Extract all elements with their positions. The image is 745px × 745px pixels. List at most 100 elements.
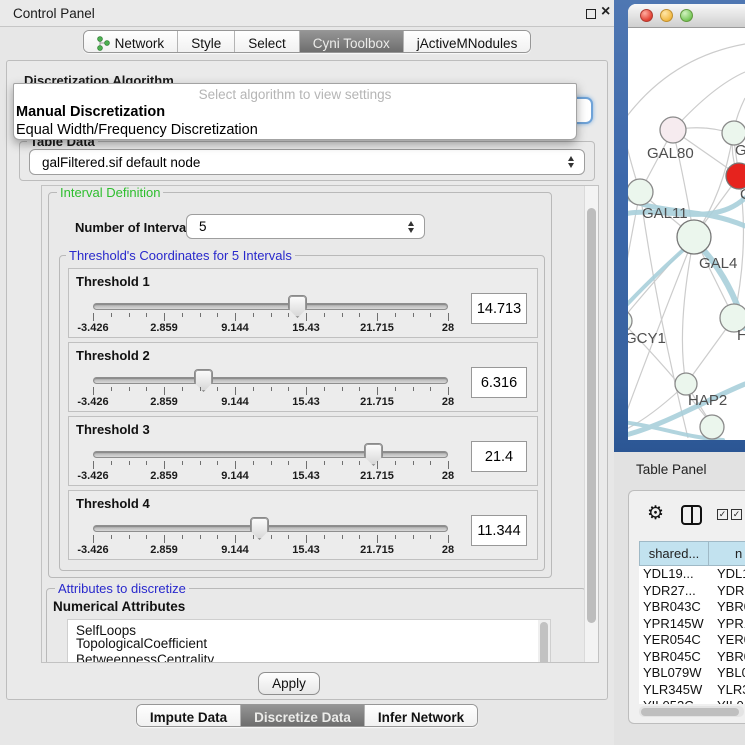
node-gal80[interactable]: [660, 117, 686, 143]
threshold-value-field[interactable]: 21.4: [471, 441, 527, 472]
tab-discretize-data[interactable]: Discretize Data: [241, 705, 365, 726]
table-row[interactable]: YBR045CYBR0: [639, 649, 745, 666]
slider-tick-label: 9.144: [221, 470, 249, 482]
close-icon[interactable]: ×: [601, 3, 610, 21]
num-intervals-combobox[interactable]: 5: [186, 214, 425, 239]
table-row[interactable]: YLR345WYLR3: [639, 682, 745, 699]
threshold-slider-track[interactable]: [93, 377, 448, 384]
table-row[interactable]: YIL052CYIL0: [639, 698, 745, 704]
algorithm-option[interactable]: Manual Discretization: [14, 103, 576, 121]
tab-label: Impute Data: [150, 710, 227, 725]
horizontal-scrollbar[interactable]: [639, 706, 744, 717]
tab-select[interactable]: Select: [235, 31, 300, 52]
cell-shared-name[interactable]: YDL19...: [639, 566, 709, 583]
threshold-label: Threshold 2: [76, 348, 150, 363]
table-panel-title: Table Panel: [636, 462, 707, 477]
slider-tick-label: 15.43: [292, 470, 320, 482]
bottom-tabstrip: Impute Data Discretize Data Infer Networ…: [0, 704, 614, 727]
cell-shared-name[interactable]: YBR043C: [639, 599, 709, 616]
node-attribute-table[interactable]: shared... n YDL19...YDL1YDR27...YDR2YBR0…: [639, 541, 745, 704]
dropdown-placeholder: Select algorithm to view settings: [14, 84, 576, 103]
algorithm-option[interactable]: Equal Width/Frequency Discretization: [14, 121, 576, 139]
svg-text:HAP2: HAP2: [688, 392, 727, 409]
table-row[interactable]: YDR27...YDR2: [639, 583, 745, 600]
threshold-slider-track[interactable]: [93, 451, 448, 458]
scrollbar-thumb[interactable]: [641, 708, 739, 716]
threshold-label: Threshold 4: [76, 496, 150, 511]
slider-ruler: [93, 387, 449, 396]
slider-tick-label: 28: [442, 544, 454, 556]
tab-infer-network[interactable]: Infer Network: [365, 705, 477, 726]
cell-shared-name[interactable]: YBL079W: [639, 665, 709, 682]
threshold-value-field[interactable]: 14.713: [471, 293, 527, 324]
table-toolbar: ⚙ ✓ ✓: [629, 499, 745, 533]
cell-shared-name[interactable]: YPR145W: [639, 616, 709, 633]
num-intervals-label: Number of Intervals: [75, 220, 197, 235]
node-gal11[interactable]: [628, 179, 653, 205]
cell-name[interactable]: YBR0: [709, 599, 745, 616]
table-row[interactable]: YDL19...YDL1: [639, 566, 745, 583]
cell-name[interactable]: YER0: [709, 632, 745, 649]
cell-name[interactable]: YDL1: [709, 566, 745, 583]
table-row[interactable]: YBL079WYBL0: [639, 665, 745, 682]
vertical-scrollbar[interactable]: [584, 186, 598, 662]
cell-name[interactable]: YBR0: [709, 649, 745, 666]
slider-tick-label: 2.859: [150, 396, 178, 408]
node-gal4[interactable]: [677, 220, 711, 254]
gear-icon[interactable]: ⚙: [647, 502, 664, 525]
tab-jactivemnodules[interactable]: jActiveMNodules: [404, 31, 531, 52]
cell-shared-name[interactable]: YLR345W: [639, 682, 709, 699]
threshold-value-field[interactable]: 6.316: [471, 367, 527, 398]
attributes-group-title: Attributes to discretize: [55, 581, 189, 596]
cell-shared-name[interactable]: YBR045C: [639, 649, 709, 666]
cell-shared-name[interactable]: YER054C: [639, 632, 709, 649]
panel-title: Control Panel: [13, 6, 95, 21]
threshold-slider-track[interactable]: [93, 303, 448, 310]
tab-style[interactable]: Style: [178, 31, 235, 52]
cell-name[interactable]: YBL0: [709, 665, 745, 682]
slider-tick-label: 21.715: [360, 396, 394, 408]
cell-shared-name[interactable]: YDR27...: [639, 583, 709, 600]
slider-ruler: [93, 535, 449, 544]
attribute-list-item[interactable]: TopologicalCoefficient: [68, 636, 550, 652]
table-row[interactable]: YER054CYER0: [639, 632, 745, 649]
slider-tick-label: 15.43: [292, 396, 320, 408]
apply-button[interactable]: Apply: [258, 672, 320, 695]
cell-name[interactable]: YPR1: [709, 616, 745, 633]
scrollbar-thumb[interactable]: [540, 622, 548, 663]
network-view-window: GAL80 GA C GAL11 GAL4 GCY1 H HAP2: [614, 0, 745, 452]
cell-name[interactable]: YLR3: [709, 682, 745, 699]
network-canvas[interactable]: GAL80 GA C GAL11 GAL4 GCY1 H HAP2: [628, 28, 745, 440]
column-layout-icon[interactable]: [681, 505, 702, 525]
node-bottom[interactable]: [700, 415, 724, 439]
numerical-attributes-list[interactable]: SelfLoopsTopologicalCoefficientBetweenne…: [67, 619, 551, 663]
cell-shared-name[interactable]: YIL052C: [639, 698, 709, 704]
minimize-traffic-light-icon[interactable]: [660, 9, 673, 22]
column-header-name[interactable]: n: [709, 541, 745, 566]
node-gcy1[interactable]: [628, 310, 632, 332]
tab-label: Infer Network: [378, 710, 464, 725]
scrollbar-thumb[interactable]: [587, 208, 596, 623]
slider-tick-label: 9.144: [221, 322, 249, 334]
threshold-value-field[interactable]: 11.344: [471, 515, 527, 546]
cell-name[interactable]: YDR2: [709, 583, 745, 600]
close-traffic-light-icon[interactable]: [640, 9, 653, 22]
svg-text:GA: GA: [735, 142, 745, 159]
table-row[interactable]: YPR145WYPR1: [639, 616, 745, 633]
checkbox-icon[interactable]: ✓: [717, 509, 728, 520]
list-scrollbar[interactable]: [538, 620, 550, 663]
table-data-combobox[interactable]: galFiltered.sif default node: [29, 149, 585, 175]
cell-name[interactable]: YIL0: [709, 698, 745, 704]
checkbox-icon[interactable]: ✓: [731, 509, 742, 520]
zoom-traffic-light-icon[interactable]: [680, 9, 693, 22]
column-header-shared-name[interactable]: shared...: [639, 541, 709, 566]
attribute-list-item[interactable]: SelfLoops: [68, 620, 550, 636]
tab-impute-data[interactable]: Impute Data: [137, 705, 241, 726]
float-window-icon[interactable]: [586, 9, 596, 19]
attribute-list-item[interactable]: BetweennessCentrality: [68, 652, 550, 663]
tab-network[interactable]: Network: [84, 31, 179, 52]
table-row[interactable]: YBR043CYBR0: [639, 599, 745, 616]
threshold-slider-track[interactable]: [93, 525, 448, 532]
tab-cyni-toolbox[interactable]: Cyni Toolbox: [300, 31, 404, 52]
table-browser: ⚙ ✓ ✓ shared... n YDL19...YDL1YDR27...YD…: [628, 490, 745, 724]
